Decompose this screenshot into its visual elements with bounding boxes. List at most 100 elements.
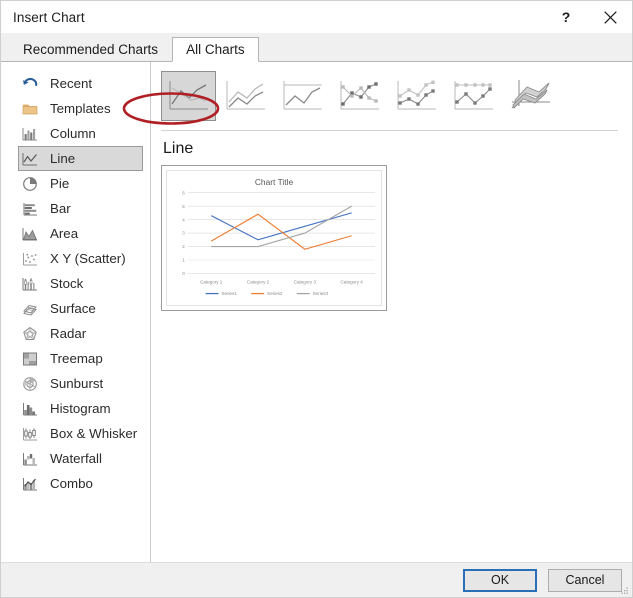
tab-strip: Recommended Charts All Charts: [1, 33, 632, 62]
svg-text:4: 4: [182, 217, 185, 222]
pie-chart-icon: [23, 176, 37, 191]
tab-all-charts[interactable]: All Charts: [172, 37, 259, 62]
svg-text:6: 6: [182, 190, 185, 195]
svg-text:1: 1: [182, 258, 185, 263]
sidebar-item-treemap[interactable]: Treemap: [18, 346, 143, 371]
insert-chart-dialog: Insert Chart ? Recommended Charts All Ch…: [0, 0, 633, 598]
sidebar-item-waterfall[interactable]: Waterfall: [18, 446, 143, 471]
svg-text:0: 0: [182, 271, 185, 276]
question-mark-icon: ?: [561, 9, 571, 25]
sidebar-item-label: Bar: [50, 201, 71, 216]
sunburst-chart-icon: [23, 376, 37, 391]
folder-icon: [22, 104, 38, 114]
subtype-3d-line[interactable]: [503, 71, 558, 121]
svg-text:Series2: Series2: [267, 291, 283, 296]
stock-chart-icon: [22, 277, 37, 290]
ok-button[interactable]: OK: [463, 568, 537, 592]
sidebar-item-label: Sunburst: [50, 376, 104, 391]
sidebar-item-label: Templates: [50, 101, 111, 116]
svg-text:Series3: Series3: [313, 291, 329, 296]
sidebar-item-label: X Y (Scatter): [50, 251, 126, 266]
line-chart-icon: [22, 152, 37, 165]
svg-text:5: 5: [182, 204, 185, 209]
sidebar-item-xy-scatter[interactable]: X Y (Scatter): [18, 246, 143, 271]
cancel-button[interactable]: Cancel: [548, 568, 622, 592]
svg-text:2: 2: [182, 244, 185, 249]
histogram-chart-icon: [23, 402, 37, 415]
sidebar-item-label: Surface: [50, 301, 96, 316]
surface-chart-icon: [23, 304, 37, 316]
sidebar-item-label: Stock: [50, 276, 84, 291]
subtype-100-percent-stacked-line-with-markers[interactable]: [446, 71, 501, 121]
dialog-title-bar: Insert Chart ?: [1, 1, 632, 33]
subtype-line[interactable]: [161, 71, 216, 121]
subtype-stacked-line-with-markers[interactable]: [389, 71, 444, 121]
sidebar-item-sunburst[interactable]: Sunburst: [18, 371, 143, 396]
svg-text:3: 3: [182, 231, 185, 236]
bar-chart-icon: [23, 202, 37, 215]
sidebar-item-label: Area: [50, 226, 79, 241]
treemap-chart-icon: [23, 352, 37, 365]
sidebar-item-label: Treemap: [50, 351, 103, 366]
svg-text:Category 4: Category 4: [341, 279, 364, 284]
sidebar-item-label: Box & Whisker: [50, 426, 138, 441]
sidebar-item-histogram[interactable]: Histogram: [18, 396, 143, 421]
svg-text:Category 2: Category 2: [247, 279, 270, 284]
preview-chart-svg: Chart Title 0 1 2 3 4 5 6 Category 1 Category 2…: [182, 177, 376, 296]
stacked-line-markers-subtype-icon: [397, 80, 436, 110]
dialog-body: Recent Templates Column Line Pie Bar Are…: [1, 61, 632, 562]
combo-chart-icon: [23, 477, 37, 490]
close-button[interactable]: [588, 1, 632, 33]
waterfall-chart-icon: [23, 452, 37, 465]
sidebar-item-label: Recent: [50, 76, 93, 91]
sidebar-item-bar[interactable]: Bar: [18, 196, 143, 221]
svg-text:Series1: Series1: [221, 291, 237, 296]
tab-recommended-charts[interactable]: Recommended Charts: [9, 36, 172, 61]
scatter-chart-icon: [23, 252, 37, 265]
chart-category-list[interactable]: Recent Templates Column Line Pie Bar Are…: [1, 62, 151, 562]
sidebar-item-column[interactable]: Column: [18, 121, 143, 146]
percent-stacked-line-subtype-icon: [283, 81, 322, 110]
sidebar-item-area[interactable]: Area: [18, 221, 143, 246]
stacked-line-subtype-icon: [226, 81, 265, 110]
line-subtype-icon: [169, 81, 208, 110]
sidebar-item-recent[interactable]: Recent: [18, 71, 143, 96]
subtype-stacked-line[interactable]: [218, 71, 273, 121]
sidebar-item-stock[interactable]: Stock: [18, 271, 143, 296]
tab-label: Recommended Charts: [23, 41, 159, 57]
sidebar-item-label: Histogram: [50, 401, 111, 416]
sidebar-item-pie[interactable]: Pie: [18, 171, 143, 196]
close-x-icon: [603, 10, 617, 24]
column-chart-icon: [22, 127, 37, 140]
sidebar-item-label: Radar: [50, 326, 87, 341]
sidebar-item-combo[interactable]: Combo: [18, 471, 143, 496]
help-button[interactable]: ?: [544, 1, 588, 33]
sidebar-item-label: Pie: [50, 176, 70, 191]
dialog-title: Insert Chart: [13, 9, 85, 25]
chart-preview-frame[interactable]: Chart Title 0 1 2 3 4 5 6 Category 1 Category 2…: [161, 165, 387, 311]
sidebar-item-line[interactable]: Line: [18, 146, 143, 171]
title-bar-buttons: ?: [544, 1, 632, 33]
chart-subtype-thumbnails: [161, 62, 618, 121]
box-whisker-chart-icon: [23, 427, 37, 440]
line-markers-subtype-icon: [340, 81, 379, 110]
resize-grip-icon[interactable]: [619, 585, 629, 595]
sidebar-item-surface[interactable]: Surface: [18, 296, 143, 321]
svg-text:Chart Title: Chart Title: [255, 177, 294, 187]
subtype-line-with-markers[interactable]: [332, 71, 387, 121]
svg-text:Category 1: Category 1: [200, 279, 223, 284]
sidebar-item-box-whisker[interactable]: Box & Whisker: [18, 421, 143, 446]
sidebar-item-label: Combo: [50, 476, 93, 491]
svg-text:Category 3: Category 3: [294, 279, 317, 284]
chart-preview: Chart Title 0 1 2 3 4 5 6 Category 1 Category 2…: [166, 170, 382, 306]
sidebar-item-label: Column: [50, 126, 96, 141]
recent-undo-arrow-icon: [22, 77, 38, 86]
tab-label: All Charts: [186, 42, 245, 57]
sidebar-item-radar[interactable]: Radar: [18, 321, 143, 346]
3d-line-subtype-icon: [511, 80, 550, 109]
area-chart-icon: [22, 227, 38, 240]
subtype-100-percent-stacked-line[interactable]: [275, 71, 330, 121]
chart-type-heading: Line: [163, 140, 194, 157]
sidebar-item-templates[interactable]: Templates: [18, 96, 143, 121]
percent-stacked-line-markers-subtype-icon: [454, 81, 493, 110]
